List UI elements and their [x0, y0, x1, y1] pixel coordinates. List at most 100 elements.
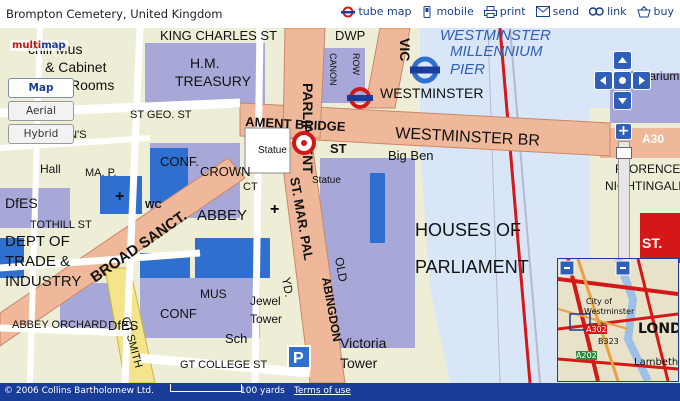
svg-text:+: + [115, 188, 124, 205]
label-parliament: PARLIAMENT [415, 257, 529, 277]
label-jewel-tower: Tower [250, 312, 282, 326]
label-st-george-st: ST GEO. ST [130, 109, 192, 121]
buy-label: buy [653, 5, 674, 18]
link-link[interactable]: link [589, 5, 627, 18]
arrow-right-icon [639, 76, 645, 85]
label-victoria: Victoria [340, 335, 387, 351]
label-trade: TRADE & [5, 253, 70, 270]
overview-label-lambeth: Lambeth [634, 357, 679, 368]
arrow-up-icon [618, 57, 627, 63]
terms-of-use-link[interactable]: Terms of use [294, 386, 351, 396]
arrow-down-icon [618, 98, 627, 104]
overview-label-city-of: City of [586, 297, 612, 306]
print-link[interactable]: print [483, 5, 526, 18]
label-canon: CANON [328, 53, 338, 86]
label-crown: CROWN [200, 164, 251, 179]
mobile-icon [423, 5, 431, 18]
label-st-east: ST. [642, 235, 662, 251]
label-vic: VIC [397, 38, 413, 61]
overview-label-a202: A202 [576, 351, 597, 360]
send-link[interactable]: send [535, 5, 580, 18]
logo-part2: map [41, 40, 66, 51]
label-houses-of: HOUSES OF [415, 220, 521, 240]
label-hall: Hall [40, 162, 61, 176]
basket-icon [636, 5, 651, 17]
label-a30: A30 [642, 132, 664, 146]
label-abbey: ABBEY [197, 207, 247, 224]
chain-link-icon [589, 7, 604, 16]
zoom-slider-handle[interactable] [616, 147, 632, 159]
label-ct: CT [243, 181, 258, 193]
overview-map[interactable]: City of Westminster LOND Lambeth A302 B3… [557, 258, 679, 382]
label-parliament-street: PARLIAMENT [300, 83, 316, 174]
label-tower: Tower [340, 355, 378, 371]
toolbar: tube map mobile print send link buy [341, 5, 674, 18]
buy-link[interactable]: buy [636, 5, 674, 18]
label-statue-2: Statue [312, 175, 341, 186]
svg-text:P: P [293, 350, 304, 367]
label-yd: YD. [279, 276, 296, 298]
label-pier: PIER [450, 61, 485, 78]
label-dfes-1: DfES [5, 195, 38, 211]
label-ma-p: MA. P. [85, 167, 117, 179]
zoom-in-button[interactable]: + [615, 123, 632, 140]
label-westminster: WESTMINSTER [380, 85, 483, 101]
logo-part1: multi [12, 40, 42, 51]
label-conf-1: CONF. [160, 154, 199, 169]
label-millennium: MILLENNIUM [450, 43, 543, 60]
label-dwp: DWP [335, 28, 365, 43]
label-statue-1: Statue [258, 145, 287, 156]
label-sch: Sch [225, 331, 247, 346]
top-bar: Brompton Cemetery, United Kingdom tube m… [0, 0, 680, 28]
envelope-icon [535, 6, 550, 17]
send-label: send [552, 5, 580, 18]
label-tothill: TOTHILL ST [30, 219, 92, 231]
map-type-hybrid-button[interactable]: Hybrid [8, 124, 74, 144]
pan-down-button[interactable] [613, 91, 632, 110]
label-st: ST [330, 141, 347, 156]
pan-center-button[interactable] [613, 71, 632, 90]
pan-left-button[interactable] [594, 71, 613, 90]
label-abbey-orchard: ABBEY ORCHARD [12, 319, 107, 331]
arrow-left-icon [600, 76, 606, 85]
pan-up-button[interactable] [613, 51, 632, 70]
overview-label-b323: B323 [598, 337, 619, 346]
tube-icon [341, 6, 356, 17]
label-gt-college: GT COLLEGE ST [180, 359, 267, 371]
label-treasury: TREASURY [175, 73, 252, 89]
label-row: ROW [351, 53, 361, 76]
mobile-link[interactable]: mobile [421, 5, 474, 18]
tube-map-link[interactable]: tube map [341, 5, 411, 18]
label-hm: H.M. [190, 55, 220, 71]
link-label: link [607, 5, 627, 18]
parking-icon: P [287, 345, 311, 369]
label-industry: INDUSTRY [5, 273, 81, 290]
tube-map-label: tube map [358, 5, 412, 18]
location-title: Brompton Cemetery, United Kingdom [6, 7, 223, 21]
zoom-slider-track[interactable] [618, 141, 630, 261]
svg-text:+: + [270, 201, 279, 218]
overview-label-a302: A302 [586, 325, 607, 334]
location-marker-icon [292, 131, 316, 155]
label-rooms: Rooms [70, 77, 114, 93]
printer-icon [483, 5, 497, 18]
label-king-charles: KING CHARLES ST [160, 28, 277, 43]
scale-bar [170, 384, 242, 392]
multimap-logo: multimap [10, 40, 68, 51]
map-type-aerial-button[interactable]: Aerial [8, 101, 74, 121]
map-type-map-button[interactable]: Map [8, 78, 74, 98]
label-dept-of: DEPT OF [5, 233, 70, 250]
label-wc: WC [145, 200, 162, 211]
print-label: print [499, 5, 526, 18]
label-mus: MUS [200, 287, 227, 301]
scale-label: 100 yards [240, 386, 285, 396]
label-nightingale: NIGHTINGALE [605, 179, 680, 193]
label-conf-2: CONF [160, 306, 197, 321]
map-footer: © 2006 Collins Bartholomew Ltd. 100 yard… [0, 383, 680, 401]
center-icon [619, 77, 626, 84]
pan-right-button[interactable] [632, 71, 651, 90]
copyright-text: © 2006 Collins Bartholomew Ltd. [4, 386, 154, 396]
overview-label-westminster: Westminster [584, 307, 635, 316]
overview-label-london: LOND [638, 321, 679, 337]
label-cabinet: & Cabinet [45, 59, 107, 75]
